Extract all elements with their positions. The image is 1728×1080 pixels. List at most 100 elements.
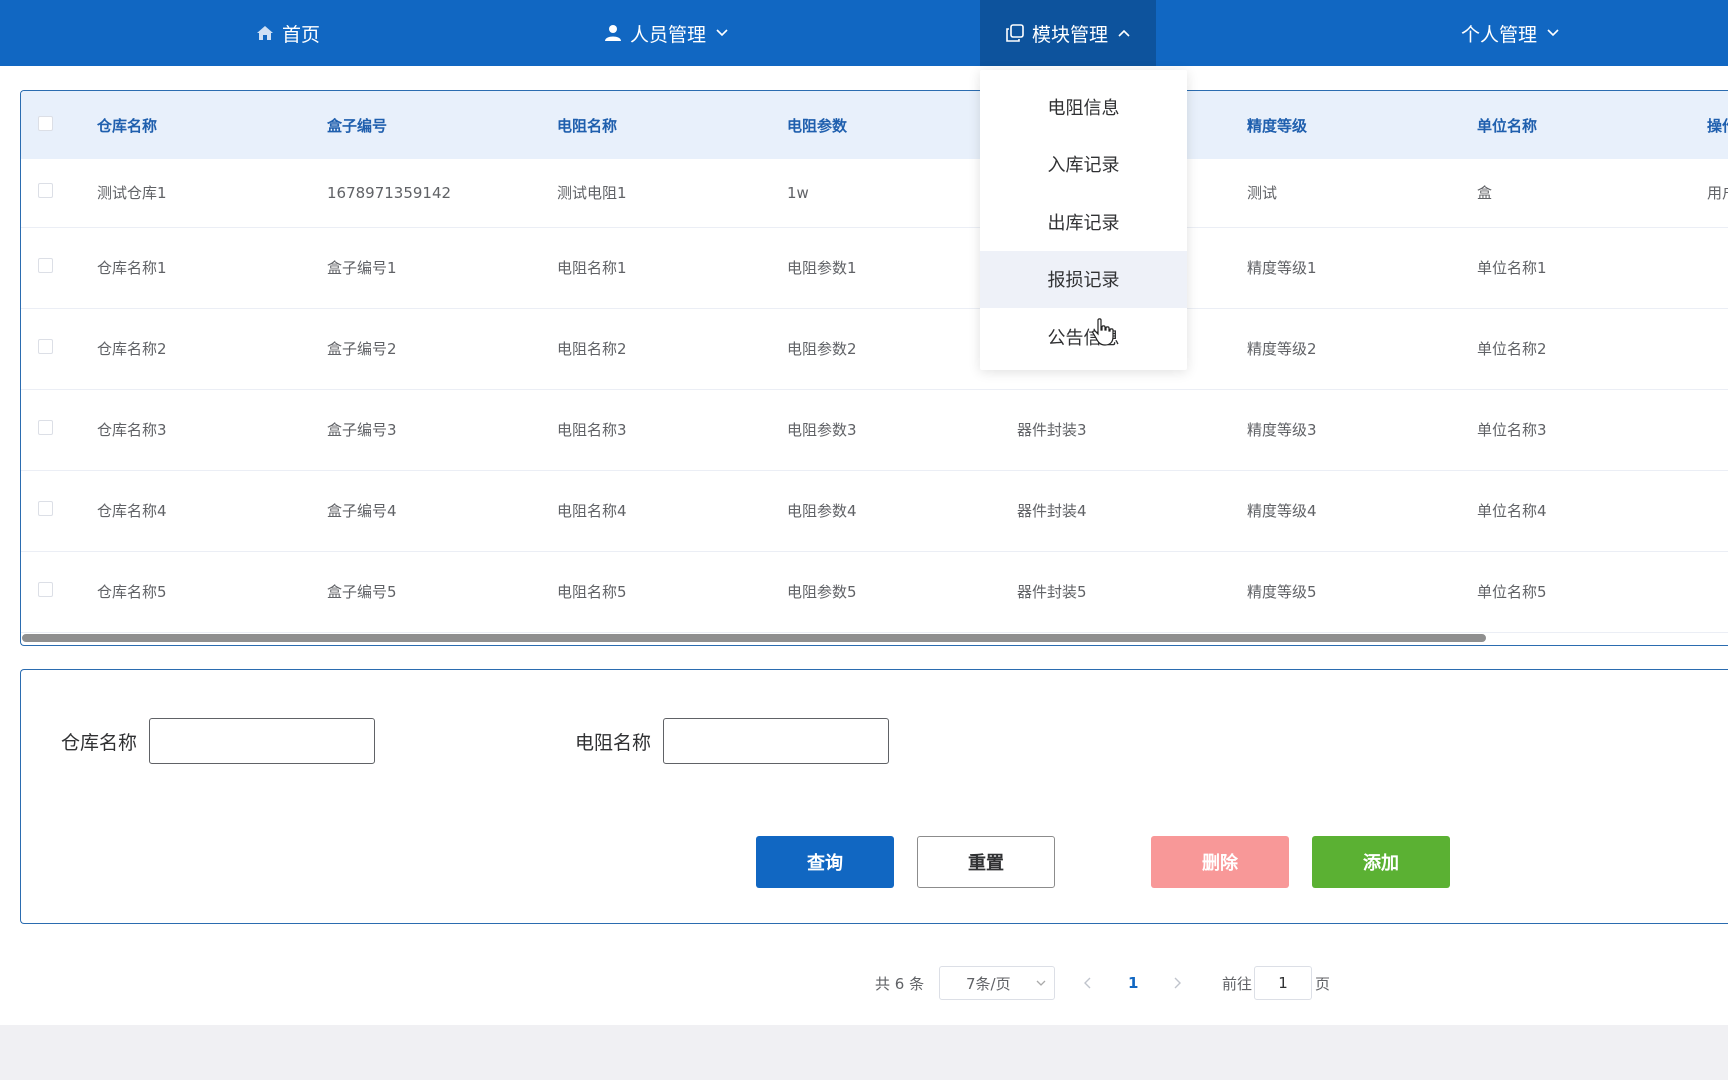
table-cell: 精度等级1 (1247, 259, 1317, 277)
table-row[interactable]: 仓库名称4 盒子编号4 电阻名称4 电阻参数4 器件封装4 精度等级4 单位名称4 (21, 470, 1728, 551)
table-header-row: 仓库名称 盒子编号 电阻名称 电阻参数 精度等级 单位名称 操作 (21, 91, 1728, 159)
query-button[interactable]: 查询 (756, 836, 894, 888)
resistor-name-input[interactable] (663, 718, 889, 764)
nav-modules[interactable]: 模块管理 (980, 0, 1156, 66)
table-cell (1707, 308, 1728, 389)
page-number-current[interactable]: 1 (1128, 966, 1138, 1000)
table-cell: 精度等级2 (1247, 340, 1317, 358)
table-cell: 盒子编号1 (327, 259, 397, 277)
row-checkbox[interactable] (38, 258, 53, 273)
row-checkbox[interactable] (38, 420, 53, 435)
table-cell: 器件封装4 (1017, 502, 1087, 520)
row-checkbox[interactable] (38, 183, 53, 199)
table-cell: 仓库名称1 (97, 259, 167, 277)
table-cell: 电阻名称3 (557, 421, 627, 439)
reset-button[interactable]: 重置 (917, 836, 1055, 888)
row-checkbox[interactable] (38, 501, 53, 516)
row-checkbox[interactable] (38, 339, 53, 354)
row-checkbox-cell (21, 227, 97, 308)
chevron-down-icon (716, 29, 728, 37)
table-cell: 电阻名称2 (557, 340, 627, 358)
prev-page-icon[interactable] (1083, 966, 1091, 1000)
table-cell: 电阻参数4 (787, 502, 857, 520)
pagination: 共 6 条 7条/页 1 前往 1 页 (0, 966, 1728, 1000)
chevron-up-icon (1118, 29, 1130, 37)
copy-icon (1006, 24, 1024, 42)
data-table-card: 仓库名称 盒子编号 电阻名称 电阻参数 精度等级 单位名称 操作 测试仓库1 16… (20, 90, 1728, 646)
table-cell: 测试仓库1 (97, 184, 167, 203)
table-cell (1707, 470, 1728, 551)
nav-personal-label: 个人管理 (1460, 23, 1537, 46)
row-checkbox-cell (21, 470, 97, 551)
column-header[interactable]: 仓库名称 (97, 91, 327, 159)
table-cell: 测试电阻1 (557, 184, 627, 203)
next-page-icon[interactable] (1174, 966, 1182, 1000)
warehouse-name-label: 仓库名称 (61, 732, 138, 754)
warehouse-name-input[interactable] (149, 718, 375, 764)
table-cell: 电阻名称1 (557, 259, 627, 277)
table-cell: 电阻参数3 (787, 421, 857, 439)
table-cell: 单位名称4 (1477, 502, 1547, 520)
chevron-down-icon (1036, 980, 1046, 987)
select-all-checkbox[interactable] (38, 115, 53, 131)
nav-home-label: 首页 (281, 23, 320, 46)
table-cell: 精度等级5 (1247, 583, 1317, 601)
table-row[interactable]: 仓库名称2 盒子编号2 电阻名称2 电阻参数2 精度等级2 单位名称2 (21, 308, 1728, 389)
modules-dropdown-menu: 电阻信息 入库记录 出库记录 报损记录 公告信息 (980, 70, 1187, 370)
column-header[interactable]: 电阻名称 (557, 91, 787, 159)
table-cell: 盒子编号2 (327, 340, 397, 358)
table-cell: 盒子编号4 (327, 502, 397, 520)
page-size-select[interactable]: 7条/页 (939, 966, 1055, 1000)
top-nav: 首页 人员管理 模块管理 个人管理 (0, 0, 1728, 66)
nav-personnel-label: 人员管理 (629, 23, 706, 46)
table-cell (1707, 551, 1728, 632)
table-cell: 电阻名称4 (557, 502, 627, 520)
resistor-name-label: 电阻名称 (575, 732, 652, 754)
row-checkbox[interactable] (38, 582, 53, 597)
column-header[interactable]: 单位名称 (1477, 91, 1707, 159)
footer-band (0, 1025, 1728, 1080)
table-cell: 精度等级4 (1247, 502, 1317, 520)
column-header[interactable]: 盒子编号 (327, 91, 557, 159)
table-cell: 仓库名称4 (97, 502, 167, 520)
column-header[interactable]: 操作 (1707, 91, 1728, 159)
table-row[interactable]: 仓库名称5 盒子编号5 电阻名称5 电阻参数5 器件封装5 精度等级5 单位名称5 (21, 551, 1728, 632)
menu-item-outbound-records[interactable]: 出库记录 (980, 193, 1187, 251)
goto-page-value: 1 (1278, 974, 1288, 992)
add-button[interactable]: 添加 (1312, 836, 1450, 888)
menu-item-announcements[interactable]: 公告信息 (980, 308, 1187, 366)
goto-page-input[interactable]: 1 (1254, 966, 1312, 1000)
goto-label: 前往 (1222, 974, 1253, 993)
table-cell: 仓库名称2 (97, 340, 167, 358)
table-cell: 单位名称1 (1477, 259, 1547, 277)
table-row[interactable]: 仓库名称3 盒子编号3 电阻名称3 电阻参数3 器件封装3 精度等级3 单位名称3 (21, 389, 1728, 470)
menu-item-resistor-info[interactable]: 电阻信息 (980, 78, 1187, 136)
table-cell: 精度等级3 (1247, 421, 1317, 439)
nav-personal[interactable]: 个人管理 (1370, 0, 1650, 66)
row-checkbox-cell (21, 551, 97, 632)
menu-item-inbound-records[interactable]: 入库记录 (980, 136, 1187, 194)
user-icon (604, 24, 622, 42)
table-cell: 器件封装3 (1017, 421, 1087, 439)
row-checkbox-cell (21, 308, 97, 389)
nav-home[interactable]: 首页 (200, 0, 376, 66)
page-size-value: 7条/页 (966, 974, 1011, 993)
data-table: 仓库名称 盒子编号 电阻名称 电阻参数 精度等级 单位名称 操作 测试仓库1 16… (21, 91, 1728, 633)
table-cell: 单位名称2 (1477, 340, 1547, 358)
table-cell: 测试 (1247, 184, 1278, 203)
table-cell: 电阻参数5 (787, 583, 857, 601)
table-cell: 盒子编号5 (327, 583, 397, 601)
nav-personnel[interactable]: 人员管理 (578, 0, 754, 66)
horizontal-scrollbar[interactable] (22, 634, 1486, 642)
table-row[interactable]: 测试仓库11678971359142测试电阻11w测试盒用户 (21, 159, 1728, 227)
table-row[interactable]: 仓库名称1 盒子编号1 电阻名称1 电阻参数1 精度等级1 单位名称1 (21, 227, 1728, 308)
menu-item-damage-records[interactable]: 报损记录 (980, 250, 1187, 308)
table-cell: 单位名称5 (1477, 583, 1547, 601)
table-cell: 仓库名称3 (97, 421, 167, 439)
column-header[interactable]: 精度等级 (1247, 91, 1477, 159)
home-icon (256, 25, 274, 41)
table-cell (1707, 227, 1728, 308)
delete-button[interactable]: 删除 (1151, 836, 1289, 888)
table-cell: 仓库名称5 (97, 583, 167, 601)
total-count: 共 6 条 (875, 974, 925, 993)
